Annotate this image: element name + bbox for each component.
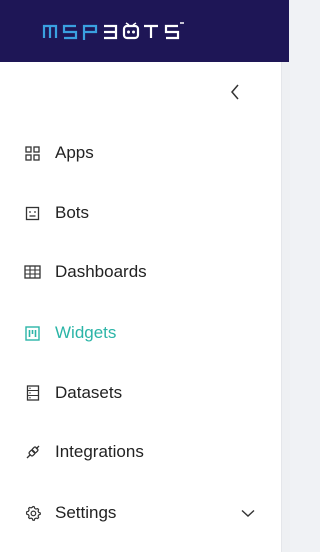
content-edge	[281, 62, 290, 552]
table-icon	[24, 264, 41, 281]
sidebar-item-label: Integrations	[55, 442, 144, 461]
sidebar-item-label: Datasets	[55, 383, 123, 402]
sidebar-item-bots[interactable]: Bots	[0, 193, 281, 233]
sidebar-item-datasets[interactable]: Datasets	[0, 373, 281, 413]
sidebar-item-settings[interactable]: Settings	[0, 493, 281, 533]
sidebar-item-apps[interactable]: Apps	[0, 133, 281, 173]
sidebar-item-widgets[interactable]: Widgets	[0, 313, 281, 353]
sidebar-item-label: Bots	[55, 203, 90, 222]
sidebar-collapse-button[interactable]	[224, 80, 246, 104]
widget-icon	[24, 325, 41, 342]
chevron-down-icon[interactable]	[240, 505, 256, 521]
dataset-icon	[24, 385, 41, 402]
sidebar-item-dashboards[interactable]: Dashboards	[0, 252, 281, 292]
sidebar-item-label: Dashboards	[55, 262, 147, 281]
gear-icon	[24, 505, 41, 522]
sidebar-item-label: Widgets	[55, 323, 117, 342]
bot-icon	[24, 205, 41, 222]
sidebar-item-label: Apps	[55, 143, 94, 162]
plug-icon	[24, 444, 41, 461]
logo-graphic	[42, 22, 184, 40]
sidebar-item-integrations[interactable]: Integrations	[0, 432, 281, 472]
top-bar	[0, 0, 289, 62]
sidebar-item-label: Settings	[55, 503, 117, 522]
chevron-left-icon	[231, 84, 239, 100]
apps-grid-icon	[24, 145, 41, 162]
